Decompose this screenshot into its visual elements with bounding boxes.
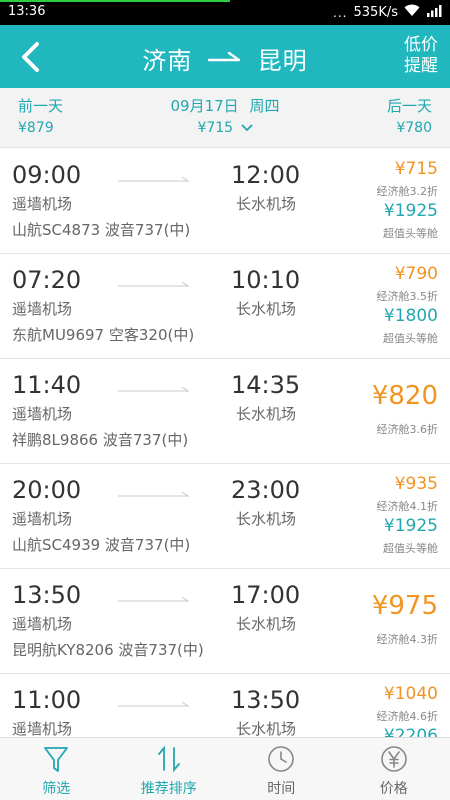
departure-airport: 遥墙机场 [12,720,73,737]
departure-airport: 遥墙机场 [12,195,73,213]
low-price-alert-button[interactable]: 低价 提醒 [404,35,438,77]
arrival-airport: 长水机场 [236,720,297,737]
economy-class-label: 经济舱4.6折 [376,710,439,723]
first-class-label: 超值头等舱 [383,542,438,555]
arrival-airport: 长水机场 [236,615,297,633]
network-speed: 535K/s [353,5,399,20]
sort-icon [157,745,180,773]
status-dots: ... [333,5,348,20]
wifi-icon [404,4,420,21]
arrival-time: 12:00 [231,161,301,189]
departure-time: 11:00 [12,686,82,714]
economy-price: ¥715 [394,159,438,179]
arrival-time: 14:35 [231,371,301,399]
flight-arrow-icon [118,491,190,497]
tab-price-label: 价格 [379,781,408,797]
current-day-price: ¥715 [197,120,234,136]
load-progress-bar [0,0,230,2]
next-day-price: ¥780 [396,120,432,136]
first-class-price: ¥1925 [383,201,438,221]
route-arrow-icon [207,51,241,61]
flight-arrow-icon [118,596,190,602]
arrival-time: 17:00 [231,581,301,609]
flight-row[interactable]: 07:20 10:10 遥墙机场 长水机场 东航MU9697 空客320(中) … [0,254,450,359]
current-date-selector[interactable]: 09月17日 周四 ¥715 [0,95,450,139]
first-class-price: ¥2206 [383,726,438,737]
alert-label-line1: 低价 [404,35,438,55]
flight-list: 09:00 12:00 遥墙机场 长水机场 山航SC4873 波音737(中) … [0,149,450,737]
signal-icon [426,4,442,21]
economy-class-label: 经济舱3.6折 [376,423,439,436]
first-class-label: 超值头等舱 [383,332,438,345]
flight-arrow-icon [118,176,190,182]
origin-city: 济南 [142,47,193,75]
tab-recommended-sort[interactable]: 推荐排序 [113,738,226,800]
flight-arrow-icon [118,386,190,392]
status-bar: 13:36 ... 535K/s [0,0,450,25]
current-weekday: 周四 [249,97,280,115]
flight-info: 东航MU9697 空客320(中) [12,326,195,344]
departure-airport: 遥墙机场 [12,615,73,633]
economy-price: ¥1040 [383,684,438,704]
flight-info: 祥鹏8L9866 波音737(中) [12,431,189,449]
economy-class-label: 经济舱3.5折 [376,290,439,303]
arrival-airport: 长水机场 [236,510,297,528]
status-right: ... 535K/s [333,4,442,21]
tab-price[interactable]: 价格 [338,738,450,800]
filter-icon [44,747,69,772]
flight-row[interactable]: 09:00 12:00 遥墙机场 长水机场 山航SC4873 波音737(中) … [0,149,450,254]
destination-city: 昆明 [257,47,308,75]
flight-row[interactable]: 11:00 13:50 遥墙机场 长水机场 ¥1040 经济舱4.6折 ¥220… [0,674,450,737]
arrival-airport: 长水机场 [236,300,297,318]
tab-time-label: 时间 [267,781,296,797]
arrival-airport: 长水机场 [236,195,297,213]
economy-price: ¥975 [371,591,438,621]
yen-icon [380,746,407,772]
departure-time: 07:20 [12,266,82,294]
tab-filter[interactable]: 筛选 [0,738,113,800]
economy-price: ¥790 [394,264,438,284]
first-class-price: ¥1925 [383,516,438,536]
arrival-time: 10:10 [231,266,301,294]
tab-filter-label: 筛选 [42,781,71,797]
flight-arrow-icon [118,701,190,707]
next-day-button[interactable]: 后一天 ¥780 [387,95,432,139]
departure-time: 11:40 [12,371,82,399]
current-date: 09月17日 [170,97,239,115]
economy-price: ¥935 [394,474,438,494]
economy-class-label: 经济舱3.2折 [376,185,439,198]
route-title: 济南 昆明 [0,41,450,76]
tab-time[interactable]: 时间 [225,738,338,800]
flight-row[interactable]: 13:50 17:00 遥墙机场 长水机场 昆明航KY8206 波音737(中)… [0,569,450,674]
status-time: 13:36 [8,4,46,19]
arrival-time: 13:50 [231,686,301,714]
departure-airport: 遥墙机场 [12,510,73,528]
flight-info: 山航SC4873 波音737(中) [12,221,191,239]
arrival-time: 23:00 [231,476,301,504]
alert-label-line2: 提醒 [404,56,438,76]
chevron-down-icon [240,124,253,132]
first-class-price: ¥1800 [383,306,438,326]
first-class-label: 超值头等舱 [383,227,438,240]
departure-time: 20:00 [12,476,82,504]
economy-price: ¥820 [371,381,438,411]
tab-sort-label: 推荐排序 [140,781,197,797]
departure-airport: 遥墙机场 [12,300,73,318]
arrival-airport: 长水机场 [236,405,297,423]
flight-arrow-icon [118,281,190,287]
flight-info: 昆明航KY8206 波音737(中) [12,641,204,659]
flight-row[interactable]: 11:40 14:35 遥墙机场 长水机场 祥鹏8L9866 波音737(中) … [0,359,450,464]
economy-class-label: 经济舱4.3折 [376,633,439,646]
departure-airport: 遥墙机场 [12,405,73,423]
next-day-label: 后一天 [386,97,432,115]
flight-info: 山航SC4939 波音737(中) [12,536,191,554]
date-bar: 前一天 ¥879 09月17日 周四 ¥715 后一天 ¥780 [0,88,450,148]
departure-time: 09:00 [12,161,82,189]
departure-time: 13:50 [12,581,82,609]
header: 济南 昆明 低价 提醒 [0,25,450,88]
clock-icon [268,746,295,772]
flight-row[interactable]: 20:00 23:00 遥墙机场 长水机场 山航SC4939 波音737(中) … [0,464,450,569]
economy-class-label: 经济舱4.1折 [376,500,439,513]
bottom-tab-bar: 筛选 推荐排序 时间 价格 [0,737,450,800]
